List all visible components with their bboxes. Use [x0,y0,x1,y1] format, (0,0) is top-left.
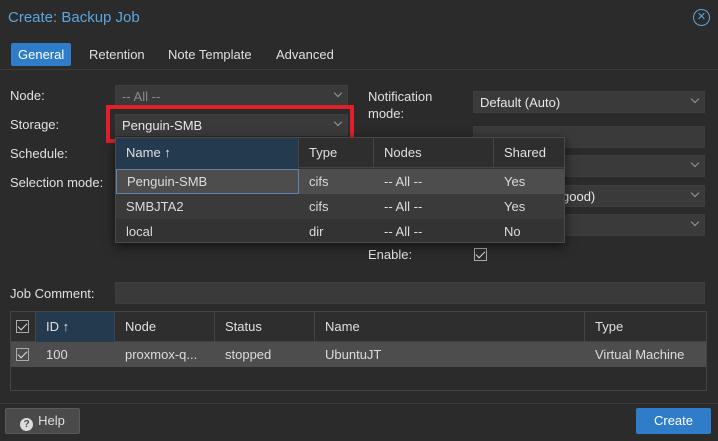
tab-bar: General Retention Note Template Advanced [0,36,718,70]
column-shared-header[interactable]: Shared [494,138,564,168]
storage-name: local [126,224,153,239]
node-value: -- All -- [122,89,161,104]
notification-mode-select[interactable]: Default (Auto) [473,91,705,113]
dropdown-header: Name ↑ Type Nodes Shared [116,138,564,168]
table-row[interactable]: 100 proxmox-q... stopped UbuntuJT Virtua… [11,342,706,367]
compression-value: good) [562,189,596,204]
storage-shared: Yes [504,199,526,214]
storage-type: cifs [309,174,329,189]
selection-mode-label: Selection mode: [10,175,104,190]
storage-label: Storage: [10,117,60,132]
enable-label: Enable: [368,247,413,262]
row-checkbox[interactable] [16,348,29,361]
help-button[interactable]: ? Help [5,408,80,434]
notification-mode-label: Notification mode: [368,89,433,121]
column-node-header[interactable]: Node [115,312,215,342]
list-item[interactable]: local dir -- All -- No [116,219,564,244]
storage-name: SMBJTA2 [126,199,184,214]
storage-type: cifs [309,199,329,214]
tab-note-template[interactable]: Note Template [161,43,259,66]
column-id-header[interactable]: ID ↑ [36,312,115,342]
tab-general[interactable]: General [11,43,72,66]
storage-shared: Yes [504,174,526,189]
guest-status: stopped [225,347,272,362]
node-label: Node: [10,88,45,103]
storage-shared: No [504,224,521,239]
node-select[interactable]: -- All -- [115,85,348,107]
chevron-down-icon [690,188,700,198]
notification-mode-value: Default (Auto) [480,95,561,110]
column-status-header[interactable]: Status [215,312,315,342]
dialog-title: Create: Backup Job [8,9,140,26]
enable-checkbox[interactable] [474,248,487,261]
storage-name: Penguin-SMB [116,169,299,194]
tab-advanced[interactable]: Advanced [269,43,341,66]
storage-nodes: -- All -- [384,199,423,214]
title-bar: Create: Backup Job ✕ [0,0,718,36]
chevron-down-icon [690,94,700,104]
column-type-header[interactable]: Type [585,312,706,342]
schedule-label: Schedule: [10,146,68,161]
create-button[interactable]: Create [636,408,711,434]
select-all-checkbox[interactable] [16,320,29,333]
guest-id: 100 [46,347,68,362]
select-all-header[interactable] [11,312,36,342]
tab-retention[interactable]: Retention [82,43,152,66]
help-label: Help [38,413,65,428]
column-name-header[interactable]: Name [315,312,585,342]
guest-type: Virtual Machine [595,347,685,362]
chevron-down-icon [333,88,343,98]
storage-dropdown: Name ↑ Type Nodes Shared Penguin-SMB cif… [115,137,565,243]
chevron-down-icon [690,217,700,227]
column-type-header[interactable]: Type [299,138,374,168]
job-comment-input[interactable] [115,282,705,304]
storage-nodes: -- All -- [384,174,423,189]
table-header: ID ↑ Node Status Name Type [11,312,706,342]
job-comment-label: Job Comment: [10,286,95,301]
column-name-header[interactable]: Name ↑ [116,138,299,168]
close-icon[interactable]: ✕ [693,9,710,26]
chevron-down-icon [690,158,700,168]
list-item[interactable]: SMBJTA2 cifs -- All -- Yes [116,194,564,219]
list-item[interactable]: Penguin-SMB cifs -- All -- Yes [116,169,564,194]
column-nodes-header[interactable]: Nodes [374,138,494,168]
guest-node: proxmox-q... [125,347,198,362]
storage-type: dir [309,224,324,239]
question-icon: ? [20,418,34,431]
guest-table: ID ↑ Node Status Name Type 100 proxmox-q… [10,311,707,391]
footer-divider [0,403,718,404]
storage-nodes: -- All -- [384,224,423,239]
guest-name: UbuntuJT [325,347,382,362]
